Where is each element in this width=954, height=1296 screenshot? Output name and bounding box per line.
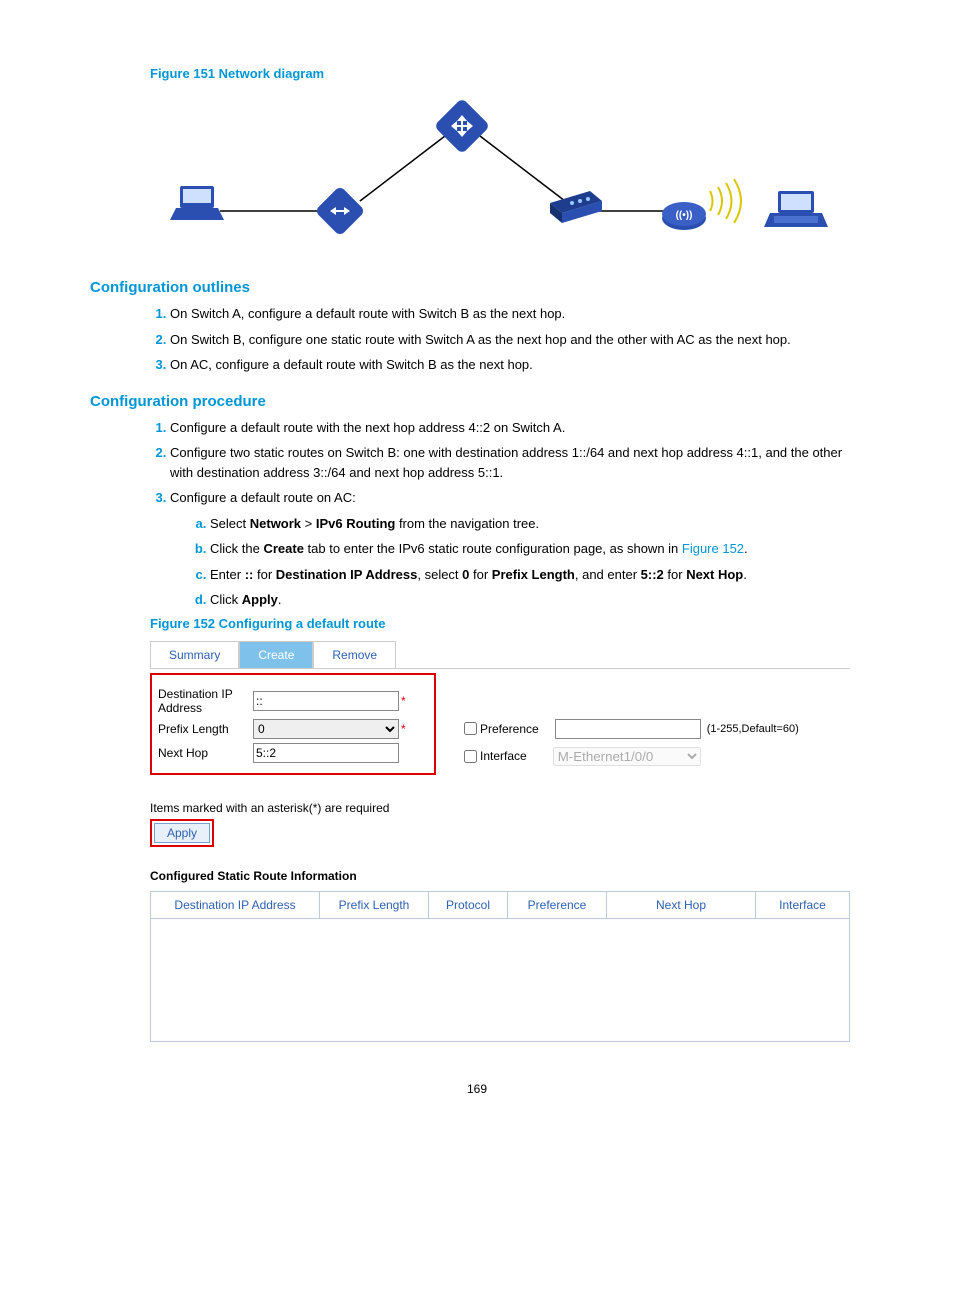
tab-remove[interactable]: Remove	[313, 641, 396, 668]
col-destination-ip: Destination IP Address	[151, 891, 320, 918]
network-diagram: ((•))	[150, 91, 850, 261]
destination-ip-label: Destination IP Address	[158, 687, 253, 715]
heading-configuration-procedure: Configuration procedure	[90, 393, 864, 410]
list-item: On Switch B, configure one static route …	[170, 330, 864, 350]
preference-hint: (1-255,Default=60)	[707, 723, 799, 735]
text: Configure a default route on AC:	[170, 490, 356, 505]
preference-checkbox[interactable]	[464, 722, 477, 735]
page-number: 169	[90, 1082, 864, 1096]
outlines-list: On Switch A, configure a default route w…	[150, 304, 864, 375]
interface-checkbox[interactable]	[464, 750, 477, 763]
col-protocol: Protocol	[429, 891, 508, 918]
figure-151-title: Figure 151 Network diagram	[150, 66, 864, 81]
figure-152-title: Figure 152 Configuring a default route	[150, 616, 864, 631]
list-item: On AC, configure a default route with Sw…	[170, 355, 864, 375]
tab-create[interactable]: Create	[239, 641, 313, 668]
static-routes-table: Destination IP Address Prefix Length Pro…	[150, 891, 850, 1042]
destination-ip-input[interactable]	[253, 691, 399, 711]
preference-input[interactable]	[555, 719, 701, 739]
prefix-length-select[interactable]: 0	[253, 719, 399, 739]
tab-summary[interactable]: Summary	[150, 641, 239, 668]
procedure-list: Configure a default route with the next …	[150, 418, 864, 610]
list-item: Configure two static routes on Switch B:…	[170, 443, 864, 482]
list-item: Enter :: for Destination IP Address, sel…	[210, 565, 864, 585]
col-interface: Interface	[756, 891, 850, 918]
prefix-length-label: Prefix Length	[158, 722, 253, 736]
empty-table-body	[151, 918, 850, 1041]
required-note: Items marked with an asterisk(*) are req…	[150, 801, 864, 815]
list-item: Click Apply.	[210, 590, 864, 610]
list-item: Configure a default route with the next …	[170, 418, 864, 438]
col-next-hop: Next Hop	[607, 891, 756, 918]
required-asterisk: *	[401, 694, 406, 708]
tab-row: Summary Create Remove	[150, 641, 850, 669]
preference-label: Preference	[480, 722, 539, 736]
list-item: Configure a default route on AC: Select …	[170, 488, 864, 610]
list-item: Select Network > IPv6 Routing from the n…	[210, 514, 864, 534]
static-route-info-heading: Configured Static Route Information	[150, 869, 864, 883]
interface-label: Interface	[480, 749, 527, 763]
svg-text:((•)): ((•))	[676, 210, 693, 221]
required-asterisk: *	[401, 722, 406, 736]
apply-button[interactable]: Apply	[154, 823, 210, 843]
list-item: Click the Create tab to enter the IPv6 s…	[210, 539, 864, 559]
apply-button-highlight: Apply	[150, 819, 214, 847]
heading-configuration-outlines: Configuration outlines	[90, 279, 864, 296]
next-hop-input[interactable]	[253, 743, 399, 763]
next-hop-label: Next Hop	[158, 746, 253, 760]
col-prefix-length: Prefix Length	[320, 891, 429, 918]
list-item: On Switch A, configure a default route w…	[170, 304, 864, 324]
col-preference: Preference	[508, 891, 607, 918]
interface-select[interactable]: M-Ethernet1/0/0	[553, 747, 701, 766]
figure-152-link[interactable]: Figure 152	[682, 541, 744, 556]
